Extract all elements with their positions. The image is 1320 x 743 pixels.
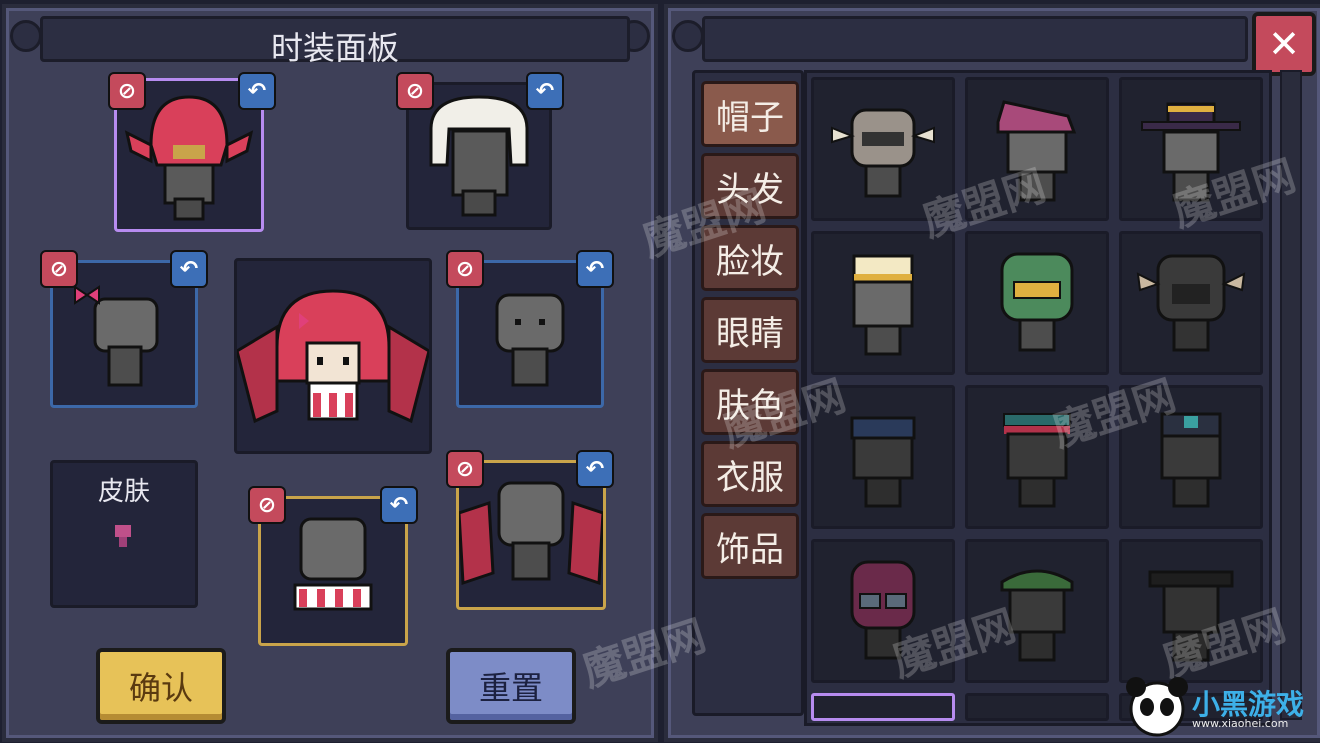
corner-knob-left — [672, 20, 704, 52]
skin-color-swatch — [115, 525, 131, 547]
dark-knight-helmet-item — [1136, 254, 1246, 352]
corner-knob-left — [10, 20, 42, 52]
item-cell[interactable] — [965, 693, 1109, 721]
item-cell[interactable] — [811, 693, 955, 721]
undo-icon[interactable]: ↶ — [526, 72, 564, 110]
undo-icon[interactable]: ↶ — [170, 250, 208, 288]
crown-item — [852, 254, 914, 356]
undo-icon[interactable]: ↶ — [576, 450, 614, 488]
panda-icon — [1126, 677, 1188, 737]
title-bar: 时装面板 — [40, 16, 630, 67]
tab-eyes[interactable]: 眼睛 — [701, 297, 799, 363]
xiaohei-logo: 小黑游戏 www.xiaohei.com — [1122, 673, 1312, 739]
character-preview — [234, 258, 432, 454]
tab-accessory[interactable]: 饰品 — [701, 513, 799, 579]
panel-title: 时装面板 — [270, 29, 399, 67]
item-cell[interactable] — [965, 231, 1109, 375]
item-cell[interactable] — [811, 231, 955, 375]
undo-icon[interactable]: ↶ — [576, 250, 614, 288]
xiaohei-logo-url: www.xiaohei.com — [1192, 717, 1289, 730]
character-sprite — [235, 289, 431, 424]
block-icon[interactable]: ⊘ — [40, 250, 78, 288]
confirm-button[interactable]: 确认 — [96, 648, 226, 724]
reset-button[interactable]: 重置 — [446, 648, 576, 724]
undo-icon[interactable]: ↶ — [380, 486, 418, 524]
slot-skin[interactable]: 皮肤 — [50, 460, 198, 608]
block-icon[interactable]: ⊘ — [446, 450, 484, 488]
block-icon[interactable]: ⊘ — [396, 72, 434, 110]
item-cell[interactable] — [1119, 231, 1263, 375]
visor-helmet-item — [1000, 252, 1074, 352]
tab-hat[interactable]: 帽子 — [701, 81, 799, 147]
picker-title-bar — [702, 16, 1248, 62]
undo-icon[interactable]: ↶ — [238, 72, 276, 110]
costume-panel: 时装面板 ⊘ ↶ ⊘ ↶ ⊘ ↶ ⊘ ↶ 皮肤 ⊘ ↶ ⊘ ↶ 确认 重置 — [2, 4, 658, 742]
close-button[interactable]: ✕ — [1252, 12, 1316, 76]
block-icon[interactable]: ⊘ — [248, 486, 286, 524]
block-icon[interactable]: ⊘ — [108, 72, 146, 110]
block-icon[interactable]: ⊘ — [446, 250, 484, 288]
